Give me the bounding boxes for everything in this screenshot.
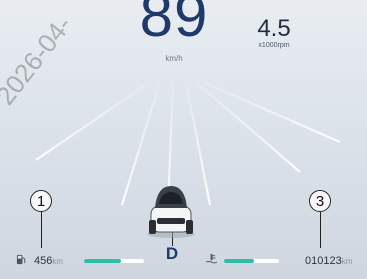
- odometer-value: 010123: [305, 255, 342, 267]
- fuel-level-bar: [84, 259, 144, 263]
- car-rear-icon: [147, 186, 195, 238]
- callout-3-leader: [319, 212, 321, 248]
- rpm-value: 4.5: [257, 15, 291, 42]
- odometer-unit: km: [341, 257, 353, 266]
- coolant-temperature-fill: [224, 259, 255, 263]
- fuel-range-unit: km: [52, 257, 64, 266]
- fuel-range: 456km: [34, 255, 63, 267]
- fuel-range-value: 456: [34, 255, 53, 267]
- callout-3: 3: [309, 190, 331, 212]
- callout-1-leader: [40, 212, 42, 248]
- rpm-unit: x1000rpm: [258, 42, 290, 49]
- speed-value: 89: [139, 0, 209, 49]
- coolant-temperature-bar: [224, 259, 279, 263]
- fuel-level-fill: [84, 259, 122, 263]
- fuel-pump-icon: [16, 254, 26, 265]
- instrument-cluster: 2026-04- 89 km/h 4.5 x1000rpm 1 2 3 456k…: [0, 0, 367, 279]
- speed-unit: km/h: [165, 54, 183, 63]
- odometer: 010123km: [305, 255, 352, 267]
- callout-1: 1: [30, 190, 52, 212]
- coolant-temperature-icon: [205, 253, 218, 264]
- gear-indicator: D: [165, 244, 179, 263]
